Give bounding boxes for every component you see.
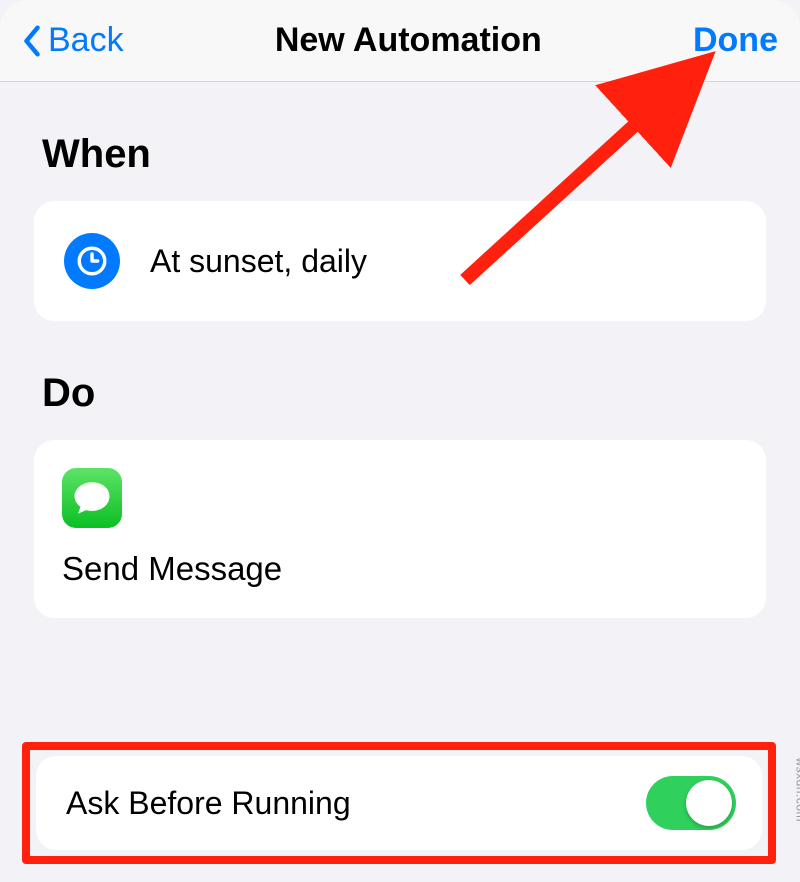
section-title-do: Do [42,371,766,416]
watermark: wsxdn.com [794,757,800,822]
highlight-box: Ask Before Running [22,742,776,864]
page-title: New Automation [275,21,542,60]
back-button[interactable]: Back [22,21,124,60]
ask-toggle[interactable] [646,776,736,830]
chevron-left-icon [22,24,42,58]
section-title-when: When [42,132,766,177]
done-button[interactable]: Done [693,21,778,60]
back-label: Back [48,21,124,60]
ask-before-running-row: Ask Before Running [36,756,762,850]
clock-icon [64,233,120,289]
navbar: Back New Automation Done [0,0,800,82]
content: When At sunset, daily Do Send Message [0,82,800,618]
when-card[interactable]: At sunset, daily [34,201,766,321]
do-action-label: Send Message [62,550,738,588]
ask-label: Ask Before Running [66,785,351,822]
messages-icon [62,468,122,528]
do-card[interactable]: Send Message [34,440,766,618]
when-text: At sunset, daily [150,243,367,280]
when-row: At sunset, daily [62,223,738,299]
